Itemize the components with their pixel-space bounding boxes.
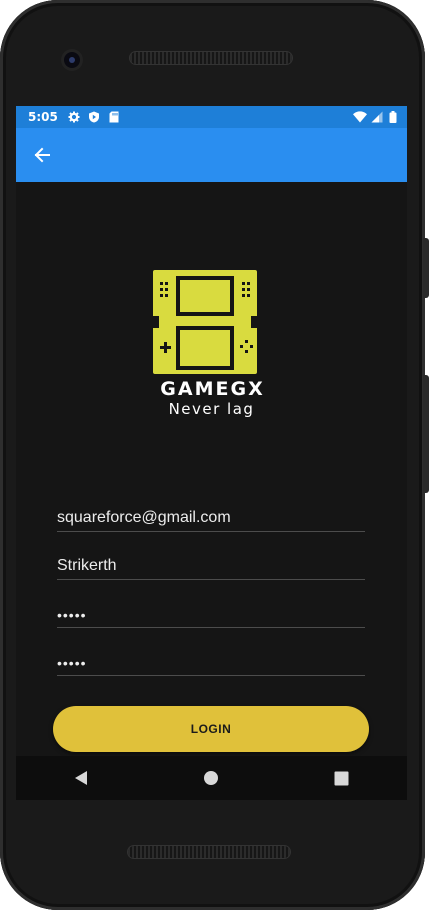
back-triangle-icon[interactable] — [61, 758, 101, 798]
power-button — [423, 238, 429, 298]
brand-tagline: Never lag — [168, 400, 255, 418]
email-field[interactable]: squareforce@gmail.com — [57, 498, 365, 532]
login-button[interactable]: LOGIN — [53, 706, 369, 752]
username-field[interactable]: Strikerth — [57, 546, 365, 580]
home-circle-icon[interactable] — [191, 758, 231, 798]
front-camera — [64, 52, 80, 68]
phone-frame: 5:05 GAMEGX Never lag squareforce@gmail.… — [0, 0, 429, 910]
password-field[interactable]: ••••• — [57, 594, 365, 628]
screen: 5:05 GAMEGX Never lag squareforce@gmail.… — [16, 106, 407, 756]
confirm-password-value: ••••• — [57, 655, 87, 671]
brand-name: GAMEGX — [160, 378, 265, 400]
bottom-speaker — [128, 846, 290, 858]
system-nav-bar — [16, 756, 407, 800]
shield-play-icon — [88, 111, 100, 123]
status-bar: 5:05 — [16, 106, 407, 128]
wifi-icon — [353, 111, 367, 123]
volume-button — [423, 375, 429, 493]
sd-card-icon — [108, 111, 120, 123]
confirm-password-field[interactable]: ••••• — [57, 642, 365, 676]
arrow-left-icon[interactable] — [31, 144, 53, 166]
login-form-area: GAMEGX Never lag squareforce@gmail.com S… — [16, 182, 407, 756]
email-value: squareforce@gmail.com — [57, 509, 231, 526]
app-bar — [16, 128, 407, 182]
login-button-label: LOGIN — [190, 722, 232, 736]
username-value: Strikerth — [57, 557, 117, 574]
signal-icon — [371, 111, 383, 123]
gear-icon — [68, 111, 80, 123]
top-speaker — [130, 52, 292, 64]
game-console-logo-icon — [153, 270, 257, 374]
status-time: 5:05 — [28, 110, 58, 124]
recents-square-icon[interactable] — [322, 758, 362, 798]
battery-icon — [389, 111, 397, 123]
password-value: ••••• — [57, 607, 87, 623]
